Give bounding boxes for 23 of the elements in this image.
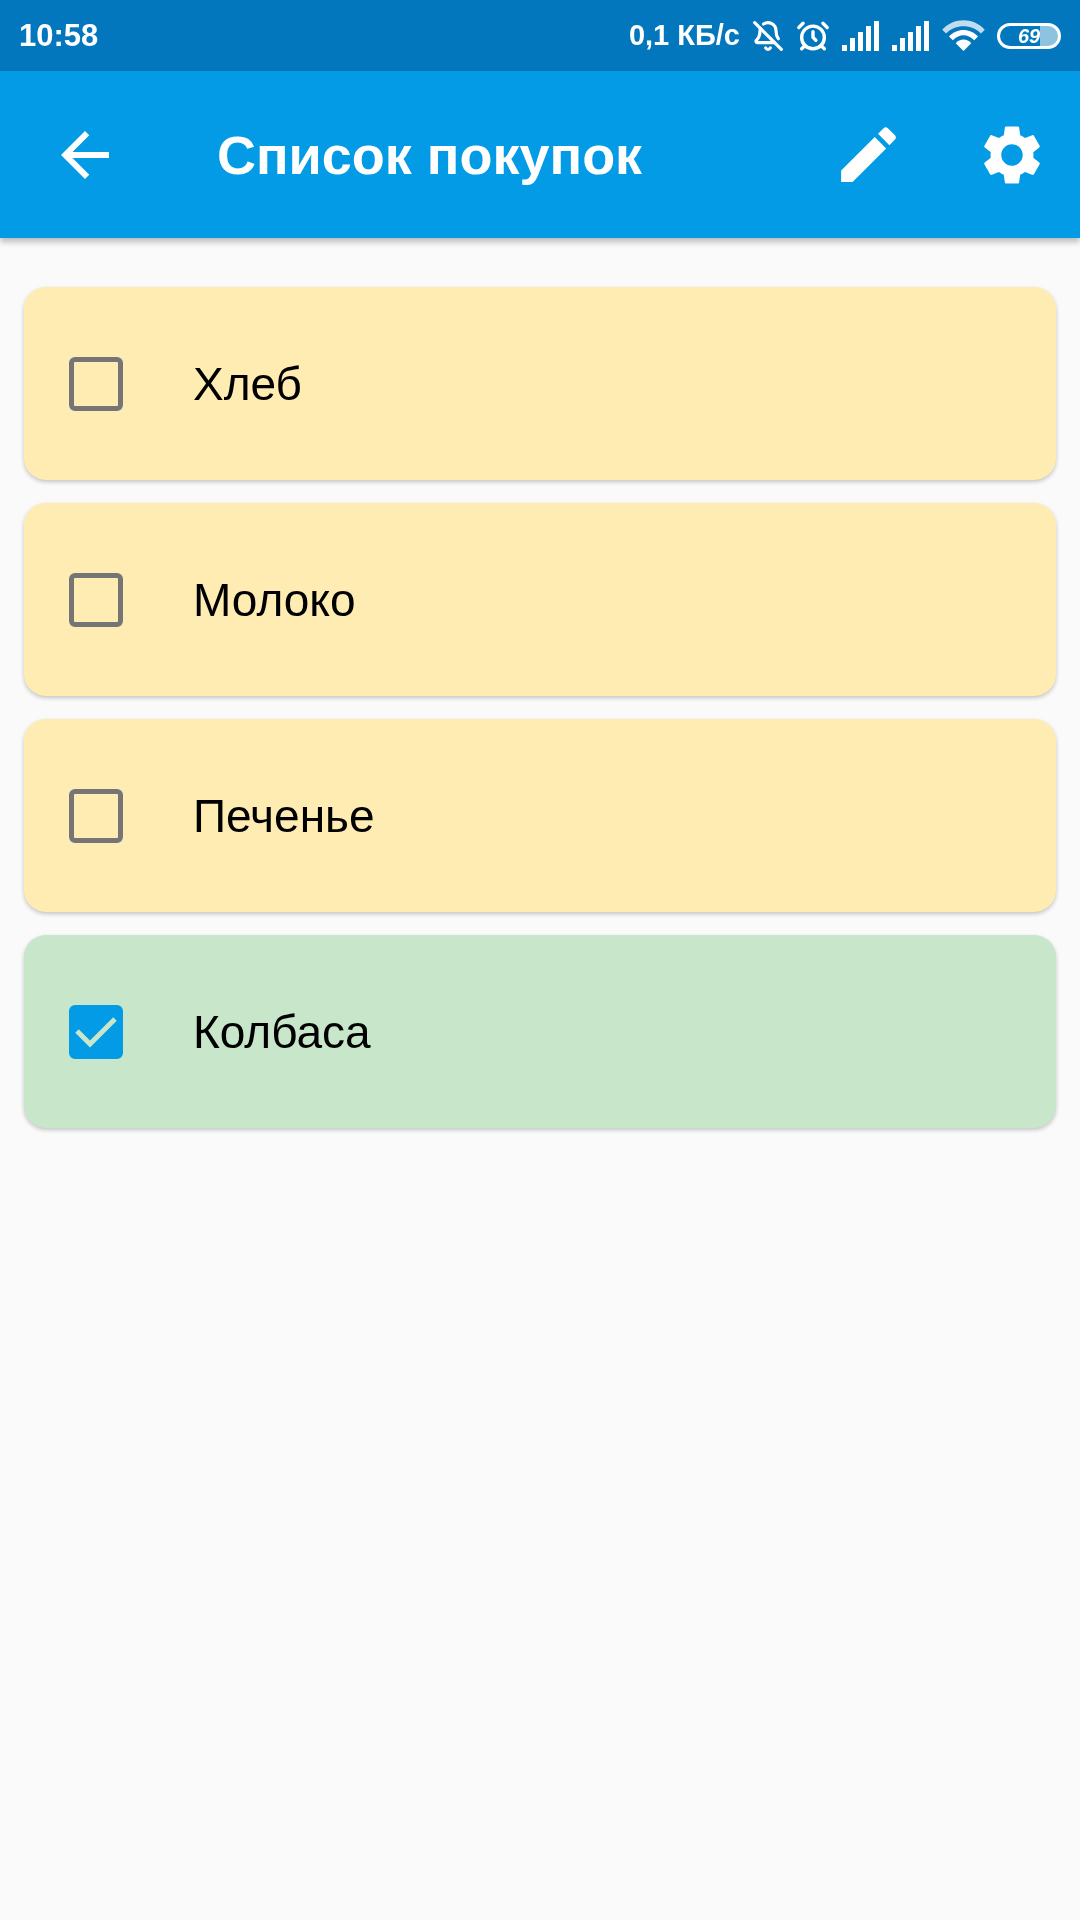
back-arrow-icon [61,130,109,179]
network-speed: 0,1 КБ/с [628,21,740,50]
item-label: Хлеб [193,360,302,407]
bell-off-icon [752,19,784,52]
shopping-item-card[interactable]: Колбаса [24,935,1056,1128]
settings-icon [984,124,1040,185]
item-label: Молоко [193,576,356,623]
pencil-icon [840,127,896,182]
item-label: Печенье [193,792,375,839]
checkbox[interactable] [69,356,123,411]
checkbox[interactable] [69,572,123,627]
check-icon [75,1015,117,1048]
wifi-icon [942,20,985,51]
shopping-item-card[interactable]: Молоко [24,503,1056,696]
battery-percentage: 69 [1017,25,1041,46]
shopping-item-card[interactable]: Печенье [24,719,1056,912]
shopping-item-card[interactable]: Хлеб [24,287,1056,480]
checkbox[interactable] [69,788,123,843]
status-time: 10:58 [19,20,99,51]
signal-icon [842,20,880,51]
signal-icon [892,20,930,51]
checkbox[interactable] [69,1004,123,1059]
item-label: Колбаса [193,1008,371,1055]
